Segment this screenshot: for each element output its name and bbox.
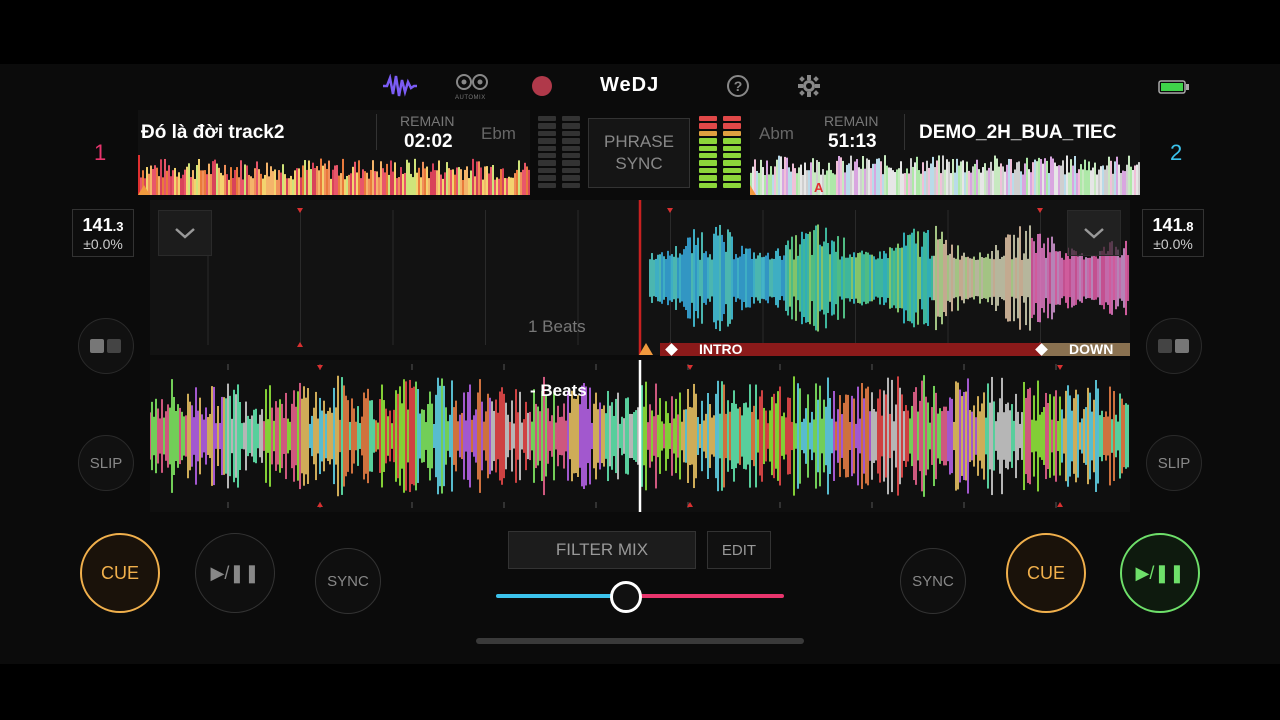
deck2-zoom-waveform[interactable]: [150, 200, 1130, 355]
crossfader-left-track: [496, 594, 626, 598]
divider: [904, 114, 905, 150]
deck2-key: Abm: [759, 124, 794, 143]
chevron-down-icon: [1084, 228, 1104, 239]
deck2-remain-time: 51:13: [828, 131, 877, 152]
deck1-sync-button[interactable]: SYNC: [315, 548, 381, 614]
deck1-remain-label: REMAIN: [400, 113, 455, 129]
home-indicator: [476, 638, 804, 644]
phrase-sync-line2: SYNC: [615, 154, 663, 173]
divider: [376, 114, 377, 150]
deck1-zoom-waveform[interactable]: [150, 360, 1130, 512]
deck2-pad-mode-button[interactable]: [1146, 318, 1202, 374]
phrase-intro-label: INTRO: [699, 341, 743, 357]
deck1-number: 1: [94, 140, 107, 165]
waveform-mode-icon[interactable]: [382, 73, 418, 98]
deck2-number: 2: [1170, 140, 1183, 165]
deck1-bpm-dec: .3: [112, 219, 124, 234]
settings-icon[interactable]: [798, 75, 820, 97]
phrase-sync-button[interactable]: PHRASE SYNC: [588, 118, 690, 188]
deck-beats-label: 1 Beats: [528, 317, 586, 336]
deck1-play-pause-button[interactable]: ▶/❚❚: [195, 533, 275, 613]
deck1-slip-button[interactable]: SLIP: [78, 435, 134, 491]
deck2-vu-meter-left: [699, 116, 717, 189]
deck2-bpm-int: 141: [1152, 215, 1183, 235]
deck2-bpm-dec: .8: [1182, 219, 1194, 234]
deck2-pitch: ±0.0%: [1153, 236, 1193, 252]
app-brand-logo: WeDJ: [600, 74, 660, 96]
deck1-remain-time: 02:02: [404, 131, 453, 152]
deck1-vu-meter-left: [538, 116, 556, 189]
deck1-vu-meter-right: [562, 116, 580, 189]
deck2-track-title[interactable]: DEMO_2H_BUA_TIEC: [919, 122, 1139, 144]
deck1-overview-waveform[interactable]: [138, 155, 530, 195]
deck1-track-title[interactable]: Đó là đời track2: [141, 122, 371, 144]
deck2-vu-meter-right: [723, 116, 741, 189]
crossfader-right-track: [626, 594, 784, 598]
deck1-bpm-int: 141: [82, 215, 113, 235]
deck1-cue-button[interactable]: CUE: [80, 533, 160, 613]
filter-mix-button[interactable]: FILTER MIX: [508, 531, 696, 569]
deck2-sync-button[interactable]: SYNC: [900, 548, 966, 614]
deck1-collapse-button[interactable]: [158, 210, 212, 256]
deck1-pitch: ±0.0%: [83, 236, 123, 252]
chevron-down-icon: [175, 228, 195, 239]
deck-beats-label: - Beats: [530, 381, 587, 400]
deck1-bpm-display[interactable]: 141.3 ±0.0%: [72, 209, 134, 257]
help-icon[interactable]: ?: [727, 75, 749, 97]
deck2-hot-cue-marker: A: [814, 180, 824, 195]
battery-icon: [1158, 80, 1190, 94]
crossfader-knob[interactable]: [609, 581, 642, 613]
pad-icon: [90, 339, 121, 353]
pad-icon: [1158, 339, 1189, 353]
deck2-slip-button[interactable]: SLIP: [1146, 435, 1202, 491]
automix-label: AUTOMIX: [455, 95, 486, 101]
deck2-bpm-display[interactable]: 141.8 ±0.0%: [1142, 209, 1204, 257]
deck2-overview-waveform[interactable]: [750, 155, 1140, 195]
phrase-down-label: DOWN: [1069, 341, 1114, 357]
deck2-remain-label: REMAIN: [824, 113, 879, 129]
deck2-cue-button[interactable]: CUE: [1006, 533, 1086, 613]
edit-button[interactable]: EDIT: [707, 531, 771, 569]
record-icon[interactable]: [532, 76, 552, 96]
cue-point-triangle: [639, 343, 653, 355]
deck1-pad-mode-button[interactable]: [78, 318, 134, 374]
deck1-key: Ebm: [481, 124, 516, 143]
deck2-collapse-button[interactable]: [1067, 210, 1121, 256]
automix-icon[interactable]: [455, 72, 489, 92]
phrase-sync-line1: PHRASE: [604, 132, 674, 151]
deck2-play-pause-button[interactable]: ▶/❚❚: [1120, 533, 1200, 613]
